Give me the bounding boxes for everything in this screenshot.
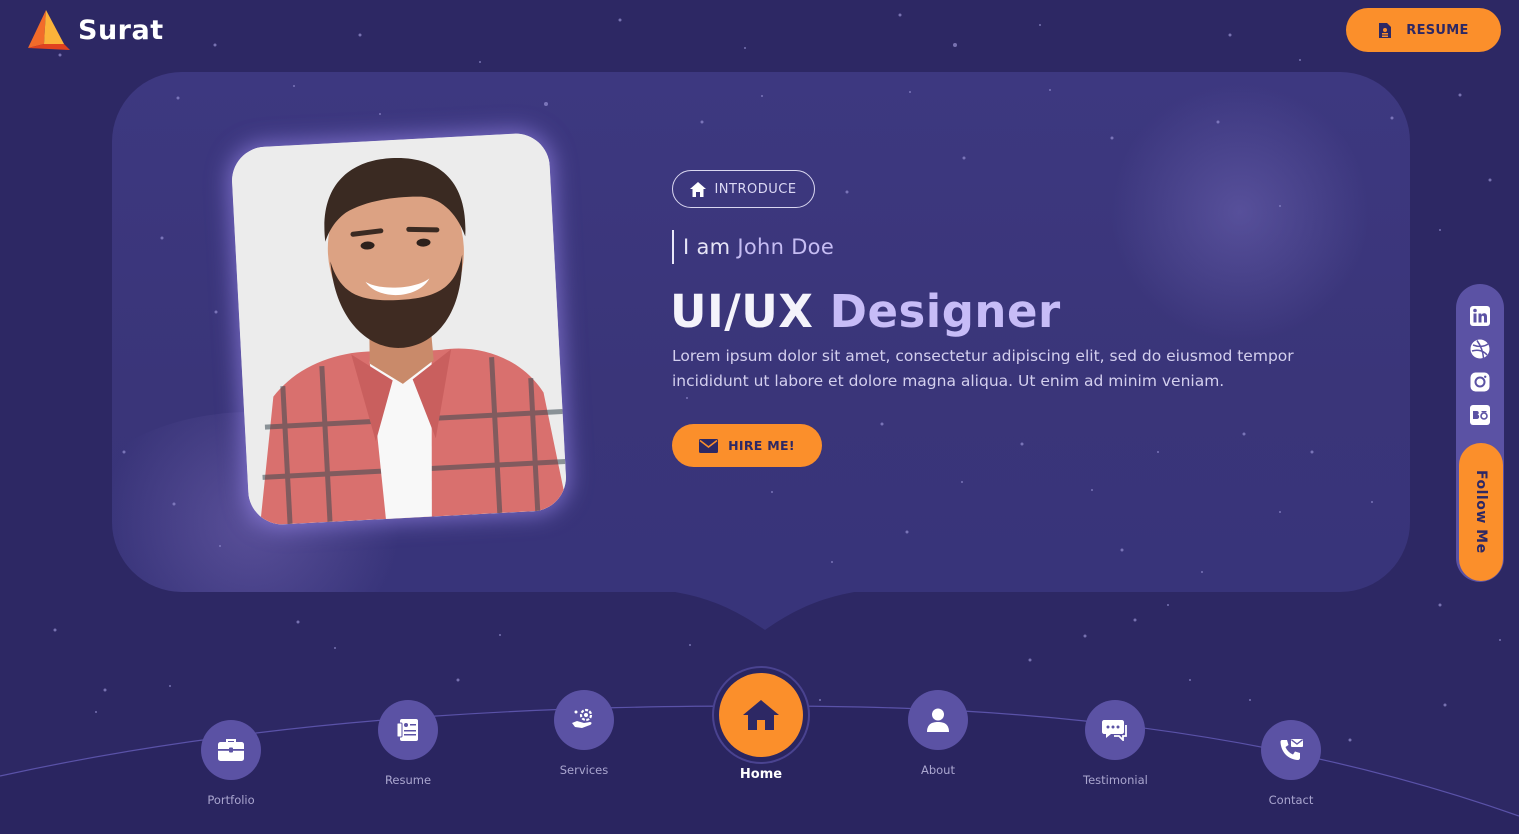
- nav-item-portfolio[interactable]: Portfolio: [201, 720, 261, 807]
- follow-me-label: Follow Me: [1473, 470, 1489, 554]
- profile-photo: [230, 131, 568, 527]
- nav-circle-contact: [1261, 720, 1321, 780]
- hire-me-button[interactable]: HIRE ME!: [672, 424, 822, 467]
- nav-item-resume[interactable]: Resume: [378, 700, 438, 787]
- nav-label-testimonial: Testimonial: [1083, 773, 1148, 787]
- greeting: I am John Doe: [672, 230, 834, 264]
- introduce-badge: INTRODUCE: [672, 170, 815, 208]
- title-word-2: Designer: [829, 285, 1061, 338]
- nav-circle-resume: [378, 700, 438, 760]
- nav-label-resume: Resume: [384, 773, 432, 787]
- nav-item-testimonial[interactable]: Testimonial: [1083, 700, 1148, 787]
- logo-mark-icon: [28, 10, 70, 50]
- nav-label-home: Home: [739, 767, 783, 782]
- behance-icon[interactable]: [1470, 405, 1490, 425]
- document-icon: [1379, 22, 1392, 38]
- hero-title: UI/UX Designer: [670, 284, 1061, 340]
- hero-description: Lorem ipsum dolor sit amet, consectetur …: [672, 347, 1294, 390]
- nav-item-home[interactable]: Home: [719, 673, 803, 782]
- resume-icon: [396, 719, 418, 741]
- chat-icon: [1102, 720, 1128, 741]
- person-illustration: [230, 131, 568, 527]
- title-word-1: UI/UX: [670, 285, 814, 338]
- dribbble-icon[interactable]: [1470, 339, 1490, 359]
- logo[interactable]: Surat: [24, 8, 164, 52]
- nav-circle-services: [554, 690, 614, 750]
- greeting-prefix: I am: [683, 235, 738, 259]
- home-icon: [690, 181, 707, 197]
- greeting-name: John Doe: [737, 235, 835, 259]
- nav-item-contact[interactable]: Contact: [1261, 720, 1321, 807]
- briefcase-icon: [218, 739, 244, 761]
- logo-text: Surat: [78, 14, 164, 46]
- hero-notch: [530, 584, 1000, 630]
- nav-label-contact: Contact: [1268, 793, 1314, 807]
- home-icon: [743, 700, 779, 730]
- hire-me-label: HIRE ME!: [728, 438, 795, 453]
- introduce-label: INTRODUCE: [714, 181, 797, 197]
- nav-label-services: Services: [559, 763, 609, 777]
- user-icon: [927, 708, 949, 732]
- nav-circle-home: [719, 673, 803, 757]
- nav-label-portfolio: Portfolio: [207, 793, 255, 807]
- services-icon: [572, 708, 593, 728]
- envelope-icon: [699, 438, 719, 453]
- linkedin-icon[interactable]: [1470, 306, 1490, 326]
- nav-label-about: About: [920, 763, 955, 777]
- nav-circle-testimonial: [1085, 700, 1146, 760]
- nav-item-about[interactable]: About: [908, 690, 968, 777]
- phone-icon: [1280, 739, 1303, 760]
- nav-circle-about: [908, 690, 968, 750]
- follow-me-button[interactable]: Follow Me: [1459, 443, 1503, 581]
- resume-button[interactable]: RESUME: [1346, 8, 1501, 52]
- nav-item-services[interactable]: Services: [554, 690, 614, 777]
- instagram-icon[interactable]: [1470, 372, 1490, 392]
- resume-button-label: RESUME: [1406, 22, 1469, 38]
- nav-circle-portfolio: [201, 720, 261, 780]
